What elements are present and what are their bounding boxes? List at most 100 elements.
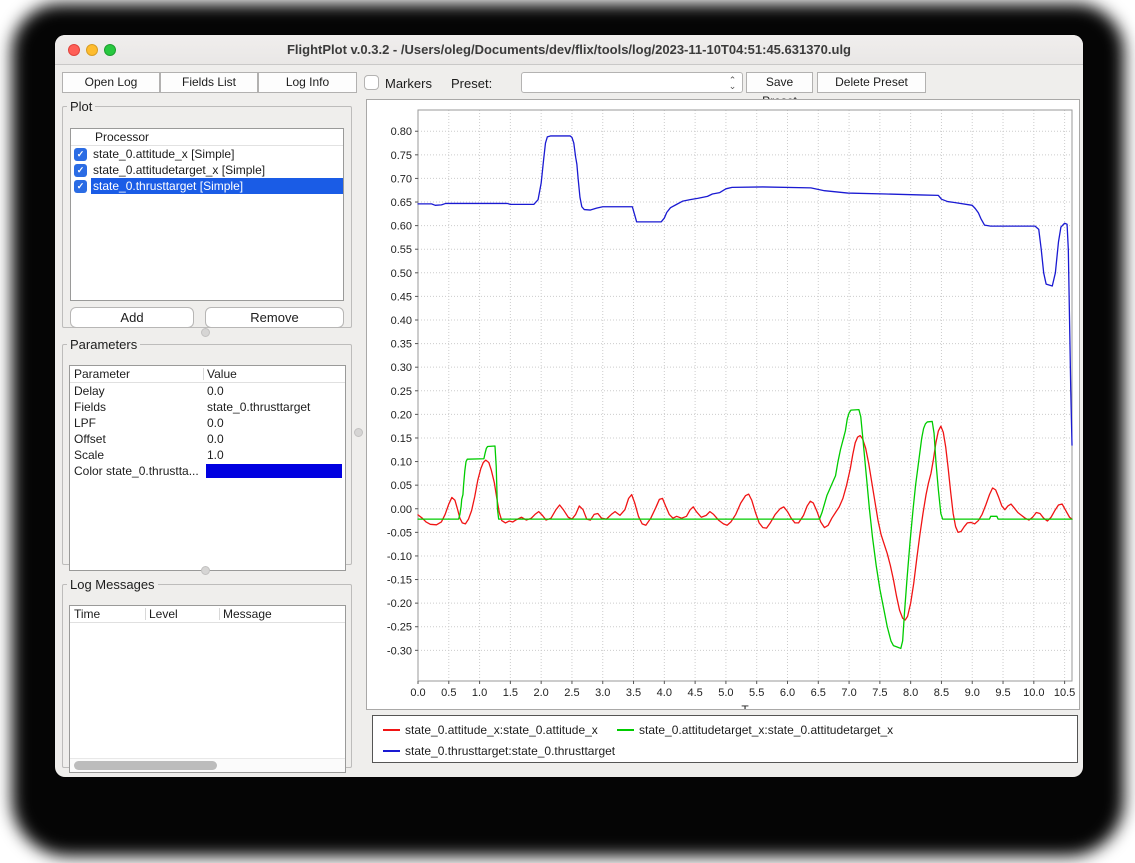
x-tick-label: 1.5 [503, 687, 518, 699]
legend-entry: state_0.attitudetarget_x:state_0.attitud… [617, 722, 893, 738]
parameters-table[interactable]: Parameter Value Delay0.0Fieldsstate_0.th… [69, 365, 346, 571]
value-column-header: Value [207, 366, 237, 383]
horizontal-scrollbar[interactable] [70, 758, 345, 772]
y-tick-label: 0.10 [391, 457, 412, 469]
parameter-row[interactable]: Fieldsstate_0.thrusttarget [70, 399, 345, 415]
y-tick-label: 0.05 [391, 480, 412, 492]
parameter-row[interactable]: Delay0.0 [70, 383, 345, 399]
log-info-button[interactable]: Log Info [258, 72, 357, 93]
y-tick-label: 0.45 [391, 291, 412, 303]
preset-label: Preset: [451, 76, 492, 91]
color-swatch[interactable] [206, 464, 342, 478]
x-tick-label: 6.5 [811, 687, 826, 699]
parameter-row[interactable]: LPF 0.0 [70, 415, 345, 431]
combo-stepper-icon[interactable]: ⌃⌄ [725, 73, 740, 92]
vertical-splitter-handle[interactable] [354, 428, 363, 437]
item-checkbox[interactable]: ✓ [74, 148, 87, 161]
processor-item[interactable]: ✓ state_0.thrusttarget [Simple] [71, 178, 343, 194]
y-tick-label: 0.65 [391, 197, 412, 209]
delete-preset-button[interactable]: Delete Preset [817, 72, 926, 93]
blue-line-swatch-icon [383, 750, 400, 752]
y-tick-label: 0.20 [391, 409, 412, 421]
x-tick-label: 2.5 [564, 687, 579, 699]
y-tick-label: 0.00 [391, 504, 412, 516]
legend-entry: state_0.thrusttarget:state_0.thrusttarge… [383, 743, 615, 759]
x-tick-label: 2.0 [534, 687, 549, 699]
processor-item[interactable]: ✓ state_0.attitude_x [Simple] [71, 146, 343, 162]
legend-entry-label: state_0.thrusttarget:state_0.thrusttarge… [405, 744, 615, 758]
plot-area[interactable] [418, 110, 1072, 681]
chart-canvas[interactable]: 0.00.51.01.52.02.53.03.54.04.55.05.56.06… [367, 100, 1079, 709]
processor-item-label: state_0.attitudetarget_x [Simple] [91, 162, 343, 178]
parameter-value: 0.0 [207, 431, 224, 447]
x-tick-label: 3.0 [595, 687, 610, 699]
y-tick-label: 0.60 [391, 221, 412, 233]
processor-item-label: state_0.thrusttarget [Simple] [91, 178, 343, 194]
level-column-header: Level [149, 606, 178, 623]
y-tick-label: 0.35 [391, 339, 412, 351]
remove-button[interactable]: Remove [205, 307, 344, 328]
open-log-button[interactable]: Open Log [62, 72, 160, 93]
flightplot-window: FlightPlot v.0.3.2 - /Users/oleg/Documen… [55, 35, 1083, 777]
markers-label: Markers [385, 76, 432, 91]
parameter-name: Scale [74, 447, 104, 463]
legend-entry: state_0.attitude_x:state_0.attitude_x [383, 722, 598, 738]
x-tick-label: 7.0 [841, 687, 856, 699]
title-bar[interactable]: FlightPlot v.0.3.2 - /Users/oleg/Documen… [55, 35, 1083, 65]
parameter-value: 1.0 [207, 447, 224, 463]
column-divider [219, 608, 220, 620]
column-divider [145, 608, 146, 620]
item-checkbox[interactable]: ✓ [74, 180, 87, 193]
save-preset-button[interactable]: Save Preset [746, 72, 813, 93]
y-tick-label: -0.05 [387, 527, 412, 539]
time-column-header: Time [74, 606, 100, 623]
item-checkbox[interactable]: ✓ [74, 164, 87, 177]
y-tick-label: 0.80 [391, 126, 412, 138]
parameter-column-header: Parameter [74, 366, 130, 383]
log-messages-table-header: Time Level Message [70, 606, 345, 623]
scrollbar-thumb[interactable] [74, 761, 217, 770]
y-tick-label: 0.30 [391, 362, 412, 374]
processor-item[interactable]: ✓ state_0.attitudetarget_x [Simple] [71, 162, 343, 178]
preset-combobox[interactable]: ⌃⌄ [521, 72, 743, 93]
parameter-row[interactable]: Scale 1.0 [70, 447, 345, 463]
processor-list[interactable]: Processor ✓state_0.attitude_x [Simple]✓s… [70, 128, 344, 301]
parameter-value: 0.0 [207, 415, 224, 431]
x-tick-label: 8.0 [903, 687, 918, 699]
zoom-window-icon[interactable] [104, 44, 116, 56]
fields-list-button[interactable]: Fields List [160, 72, 258, 93]
green-line-swatch-icon [617, 729, 634, 731]
y-tick-label: 0.70 [391, 173, 412, 185]
processor-item-label: state_0.attitude_x [Simple] [91, 146, 343, 162]
message-column-header: Message [223, 606, 272, 623]
close-window-icon[interactable] [68, 44, 80, 56]
x-tick-label: 0.0 [410, 687, 425, 699]
plot-group-title: Plot [67, 99, 95, 114]
x-tick-label: 9.0 [965, 687, 980, 699]
legend-entry-label: state_0.attitude_x:state_0.attitude_x [405, 723, 598, 737]
log-messages-table[interactable]: Time Level Message [69, 605, 346, 773]
y-tick-label: 0.40 [391, 315, 412, 327]
log-messages-group: Log Messages Time Level Message [62, 577, 352, 768]
x-tick-label: 1.0 [472, 687, 487, 699]
x-axis-label: T [741, 703, 749, 709]
parameter-name: LPF [74, 415, 96, 431]
column-divider [203, 368, 204, 380]
parameter-row[interactable]: Offset0.0 [70, 431, 345, 447]
parameter-value: state_0.thrusttarget [207, 399, 310, 415]
minimize-window-icon[interactable] [86, 44, 98, 56]
y-tick-label: -0.30 [387, 645, 412, 657]
x-tick-label: 8.5 [934, 687, 949, 699]
chart-panel[interactable]: 0.00.51.01.52.02.53.03.54.04.55.05.56.06… [366, 99, 1080, 710]
x-tick-label: 7.5 [872, 687, 887, 699]
parameter-value: 0.0 [207, 383, 224, 399]
x-tick-label: 5.5 [749, 687, 764, 699]
markers-checkbox[interactable] [364, 75, 379, 90]
parameter-row[interactable]: Color state_0.thrustta... [70, 463, 345, 479]
y-tick-label: 0.15 [391, 433, 412, 445]
splitter-handle[interactable] [201, 328, 210, 337]
splitter-handle[interactable] [201, 566, 210, 575]
add-button[interactable]: Add [70, 307, 194, 328]
y-tick-label: -0.15 [387, 575, 412, 587]
x-tick-label: 6.0 [780, 687, 795, 699]
